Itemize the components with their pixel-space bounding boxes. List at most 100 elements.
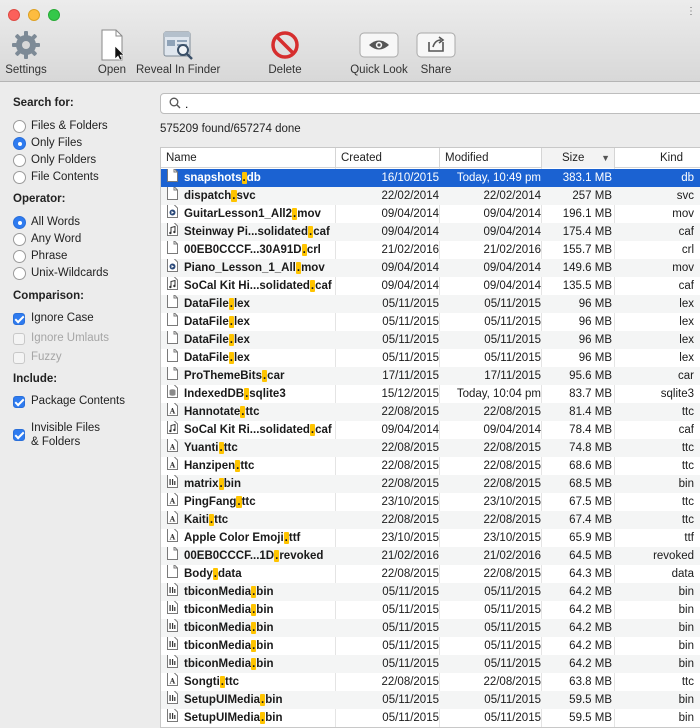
table-row[interactable]: tbiconMedia.bin 05/11/2015 05/11/2015 64.2 … [161,619,700,637]
reveal-in-finder-button[interactable]: Reveal In Finder [136,28,220,76]
quick-look-button[interactable]: Quick Look [348,28,410,76]
minimize-window-button[interactable] [28,9,40,21]
table-row[interactable]: DataFile.lex 05/11/2015 05/11/2015 96 MB lex [161,349,700,367]
checkbox [13,352,25,364]
kind-cell: caf [678,424,694,436]
table-row[interactable]: SetupUIMedia.bin 05/11/2015 05/11/2015 59.5… [161,709,700,727]
table-row[interactable]: DataFile.lex 05/11/2015 05/11/2015 96 MB lex [161,331,700,349]
table-row[interactable]: Steinway Pi...solidated.caf 09/04/2014 09/… [161,223,700,241]
created-cell: 22/08/2015 [381,568,439,580]
search-for-files-folders-radio[interactable]: Files & Folders [13,120,108,133]
operator-unix-wildcards-radio[interactable]: Unix-Wildcards [13,267,108,280]
window-menu-icon[interactable]: ⋮ [686,6,696,17]
file-name: tbiconMedia.bin [184,586,274,598]
table-row[interactable]: DataFile.lex 05/11/2015 05/11/2015 96 MB lex [161,313,700,331]
search-for-file-contents-radio[interactable]: File Contents [13,171,99,184]
file-name-cell: SetupUIMedia.bin [167,691,335,709]
table-row[interactable]: IndexedDB.sqlite3 15/12/2015 Today, 10:04 … [161,385,700,403]
table-row[interactable]: SoCal Kit Ri...solidated.caf 09/04/2014 09… [161,421,700,439]
table-row[interactable]: A Hanzipen.ttc 22/08/2015 22/08/2015 68.6 MB… [161,457,700,475]
search-field[interactable] [160,93,700,114]
document-icon [167,241,178,259]
results-table[interactable]: Name Created Modified Size ▼ Kind snapsh… [160,147,700,728]
svg-text:A: A [169,407,176,416]
table-row[interactable]: SoCal Kit Hi...solidated.caf 09/04/2014 09… [161,277,700,295]
table-row[interactable]: dispatch.svc 22/02/2014 22/02/2014 257 MB sv… [161,187,700,205]
table-row[interactable]: tbiconMedia.bin 05/11/2015 05/11/2015 64.2 … [161,601,700,619]
table-row[interactable]: tbiconMedia.bin 05/11/2015 05/11/2015 64.2 … [161,637,700,655]
file-name: matrix.bin [184,478,241,490]
kind-cell: ttc [681,406,694,418]
table-row[interactable]: 00EB0CCCF...1D.revoked 21/02/2016 21/02/20… [161,547,700,565]
close-window-button[interactable] [8,9,20,21]
settings-button[interactable]: Settings [4,28,48,76]
search-status: 575209 found/657274 done [160,123,301,135]
table-row[interactable]: 00EB0CCCF...30A91D.crl 21/02/2016 21/02/20… [161,241,700,259]
kind-cell: bin [678,658,694,670]
column-header-modified[interactable]: Modified [440,148,542,168]
operator-all-words-radio[interactable]: All Words [13,216,80,229]
open-button[interactable]: Open [96,28,128,76]
table-row[interactable]: A Kaiti.ttc 22/08/2015 22/08/2015 67.4 MB ttc [161,511,700,529]
search-for-only-folders-radio[interactable]: Only Folders [13,154,96,167]
search-for-title: Search for: [13,97,74,109]
search-input[interactable] [185,96,685,111]
column-header-name[interactable]: Name [161,148,336,168]
sort-descending-icon: ▼ [601,153,610,163]
kind-cell: caf [678,226,694,238]
kind-cell: lex [679,352,694,364]
modified-cell: 22/08/2015 [483,676,541,688]
created-cell: 05/11/2015 [382,712,439,724]
table-row[interactable]: matrix.bin 22/08/2015 22/08/2015 68.5 MB bin [161,475,700,493]
file-name-cell: SoCal Kit Ri...solidated.caf [167,421,335,439]
binary-file-icon [167,655,178,673]
column-header-size[interactable]: Size ▼ [542,148,615,168]
search-icon [169,97,181,112]
file-name: Steinway Pi...solidated.caf [184,226,330,238]
audio-file-icon [167,421,178,439]
table-row[interactable]: A Yuanti.ttc 22/08/2015 22/08/2015 74.8 MB tt… [161,439,700,457]
search-for-only-files-radio[interactable]: Only Files [13,137,82,150]
file-name: tbiconMedia.bin [184,604,274,616]
table-row[interactable]: tbiconMedia.bin 05/11/2015 05/11/2015 64.2 … [161,655,700,673]
checkbox [13,396,25,408]
size-cell: 64.2 MB [569,658,612,670]
modified-cell: 09/04/2014 [483,424,541,436]
zoom-window-button[interactable] [48,9,60,21]
table-row[interactable]: DataFile.lex 05/11/2015 05/11/2015 96 MB lex [161,295,700,313]
fuzzy-checkbox: Fuzzy [13,351,62,364]
table-row[interactable]: Piano_Lesson_1_All.mov 09/04/2014 09/04/20… [161,259,700,277]
table-row[interactable]: Body.data 22/08/2015 22/08/2015 64.3 MB data [161,565,700,583]
table-row[interactable]: GuitarLesson1_All2.mov 09/04/2014 09/04/20… [161,205,700,223]
file-name-cell: A Songti.ttc [167,673,335,691]
table-row[interactable]: A Songti.ttc 22/08/2015 22/08/2015 63.8 MB tt… [161,673,700,691]
document-icon [96,28,128,62]
table-row[interactable]: A Hannotate.ttc 22/08/2015 22/08/2015 81.4 M… [161,403,700,421]
size-cell: 83.7 MB [569,388,612,400]
share-button[interactable]: Share [416,28,456,76]
ignore-case-checkbox[interactable]: Ignore Case [13,312,94,325]
audio-file-icon [167,277,178,295]
invisible-files-checkbox[interactable]: Invisible Files & Folders [13,421,100,449]
package-contents-checkbox[interactable]: Package Contents [13,395,125,408]
column-header-created[interactable]: Created [336,148,440,168]
table-row[interactable]: SetupUIMedia.bin 05/11/2015 05/11/2015 59.5… [161,691,700,709]
created-cell: 05/11/2015 [382,694,439,706]
operator-any-word-radio[interactable]: Any Word [13,233,81,246]
column-header-kind[interactable]: Kind [615,148,700,168]
modified-cell: 05/11/2015 [484,334,541,346]
modified-cell: 05/11/2015 [484,316,541,328]
table-row[interactable]: snapshots.db 16/10/2015 Today, 10:49 pm 383… [161,169,700,187]
operator-phrase-radio[interactable]: Phrase [13,250,67,263]
modified-cell: 05/11/2015 [484,586,541,598]
modified-cell: Today, 10:49 pm [456,172,541,184]
svg-text:A: A [169,677,176,686]
size-cell: 67.4 MB [569,514,612,526]
table-row[interactable]: tbiconMedia.bin 05/11/2015 05/11/2015 64.2 … [161,583,700,601]
table-row[interactable]: A PingFang.ttc 23/10/2015 23/10/2015 67.5 MB… [161,493,700,511]
file-name: Body.data [184,568,242,580]
modified-cell: 09/04/2014 [483,262,541,274]
table-row[interactable]: ProThemeBits.car 17/11/2015 17/11/2015 95.6… [161,367,700,385]
table-row[interactable]: A Apple Color Emoji.ttf 23/10/2015 23/10/20… [161,529,700,547]
delete-button[interactable]: Delete [266,28,304,76]
